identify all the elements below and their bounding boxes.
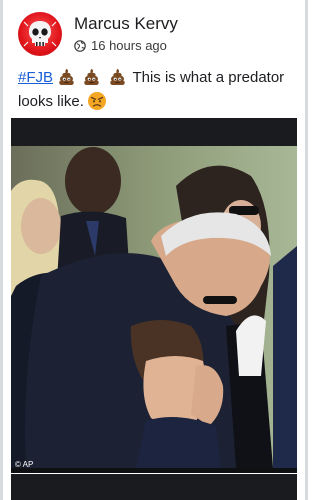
photo-top-band — [11, 118, 297, 146]
avatar[interactable] — [18, 12, 62, 56]
author-name[interactable]: Marcus Kervy — [74, 14, 178, 34]
hashtag-link[interactable]: #FJB — [18, 69, 53, 86]
angry-face-icon — [87, 92, 106, 110]
pile-of-poo-icon — [84, 68, 100, 86]
right-border — [305, 0, 308, 500]
photo-content — [11, 146, 297, 468]
post-header: Marcus Kervy 16 hours ago — [18, 12, 296, 58]
post-meta: 16 hours ago — [74, 38, 167, 53]
globe-icon — [74, 39, 86, 52]
pile-of-poo-icon — [109, 68, 125, 86]
pile-of-poo-icon — [59, 68, 74, 86]
post-photo[interactable]: © AP — [11, 118, 297, 473]
photo-bottom-band — [11, 474, 297, 500]
punisher-skull-icon — [23, 21, 57, 47]
post-text: #FJB This is what a predator looks like. — [18, 66, 290, 114]
left-border — [0, 0, 3, 500]
photo-credit: © AP — [15, 460, 34, 469]
post-time[interactable]: 16 hours ago — [91, 38, 167, 53]
